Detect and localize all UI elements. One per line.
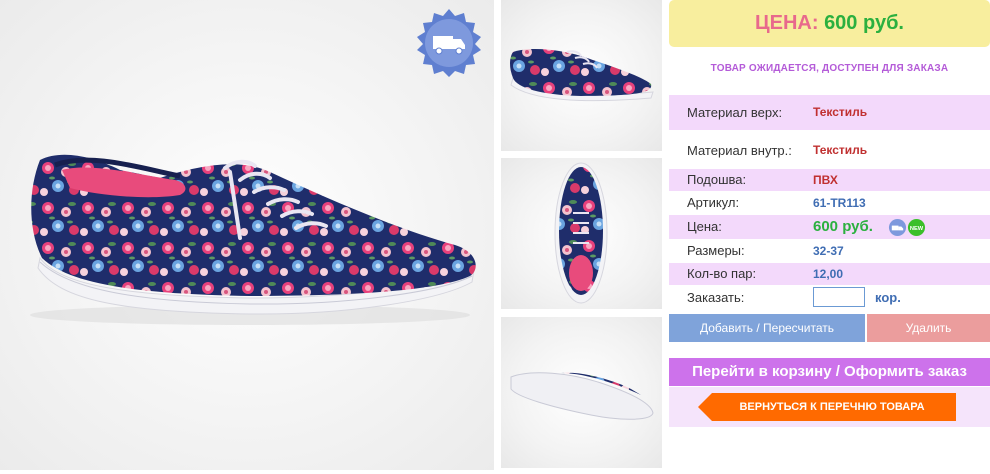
spec-value: 61-TR113 xyxy=(813,196,866,210)
quantity-input[interactable] xyxy=(813,287,865,307)
order-unit: кор. xyxy=(875,290,901,305)
delivery-badge xyxy=(413,7,485,79)
delivery-truck-icon xyxy=(417,9,481,77)
spec-value: 32-37 xyxy=(813,244,844,258)
spec-label: Материал внутр.: xyxy=(687,143,792,158)
back-to-list-button[interactable]: ВЕРНУТЬСЯ К ПЕРЕЧНЮ ТОВАРА xyxy=(698,393,956,421)
back-button-container: ВЕРНУТЬСЯ К ПЕРЕЧНЮ ТОВАРА xyxy=(669,387,990,427)
order-label: Заказать: xyxy=(687,290,745,305)
availability-status: ТОВАР ОЖИДАЕТСЯ, ДОСТУПЕН ДЛЯ ЗАКАЗА xyxy=(710,63,949,74)
add-recalculate-button[interactable]: Добавить / Пересчитать xyxy=(669,314,865,342)
spec-label: Артикул: xyxy=(687,195,740,210)
spec-value: Текстиль xyxy=(813,143,868,157)
spec-value: ПВХ xyxy=(813,173,838,187)
spec-price-icons: NEW xyxy=(888,218,926,237)
delete-button[interactable]: Удалить xyxy=(867,314,990,342)
go-to-cart-button[interactable]: Перейти в корзину / Оформить заказ xyxy=(669,358,990,386)
price-value: 600 руб. xyxy=(824,12,904,34)
spec-row-article: Артикул: 61-TR113 xyxy=(669,192,990,214)
new-badge-icon: NEW xyxy=(907,218,926,237)
thumbnail-side[interactable] xyxy=(501,0,662,151)
sneaker-thumb-side-image xyxy=(510,49,654,102)
svg-text:NEW: NEW xyxy=(910,226,924,232)
thumbnail-sole[interactable] xyxy=(501,317,662,468)
spec-row-sizes: Размеры: 32-37 xyxy=(669,240,990,262)
spec-row-price: Цена: 600 руб. NEW xyxy=(669,215,990,239)
price-box: ЦЕНА: 600 руб. xyxy=(669,0,990,47)
spec-value: 12,00 xyxy=(813,267,844,281)
thumbnail-top[interactable] xyxy=(501,158,662,309)
spec-label: Кол-во пар: xyxy=(687,266,757,281)
spec-label: Цена: xyxy=(687,219,722,234)
sneaker-thumb-sole-image xyxy=(510,372,654,420)
spec-row-material-upper: Материал верх: Текстиль xyxy=(669,95,990,130)
delivery-small-icon xyxy=(888,218,907,237)
spec-row-material-inner: Материал внутр.: Текстиль xyxy=(669,133,990,168)
spec-label: Материал верх: xyxy=(687,105,783,120)
price-label: ЦЕНА: xyxy=(755,12,819,34)
spec-row-pairs: Кол-во пар: 12,00 xyxy=(669,263,990,285)
spec-row-sole: Подошва: ПВХ xyxy=(669,169,990,191)
spec-value: 600 руб. xyxy=(813,218,873,235)
product-main-image[interactable] xyxy=(0,0,494,470)
spec-label: Подошва: xyxy=(687,172,747,187)
spec-value: Текстиль xyxy=(813,105,868,119)
order-row: Заказать: кор. xyxy=(669,286,990,310)
spec-label: Размеры: xyxy=(687,243,745,258)
sneaker-thumb-top-image xyxy=(554,162,608,304)
